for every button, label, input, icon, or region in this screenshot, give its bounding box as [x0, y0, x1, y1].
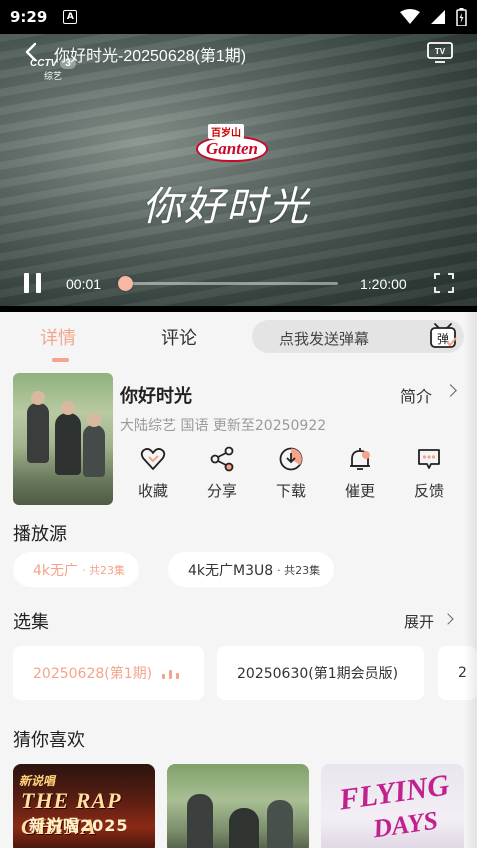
sponsor-top-text: 百岁山 — [208, 124, 244, 139]
episode-label: 20250630(第1期会员版) — [237, 666, 399, 682]
channel-number: 3 — [60, 58, 76, 69]
source-chip[interactable]: 4k无广M3U8 · 共23集 — [168, 552, 335, 587]
playing-indicator-icon — [162, 667, 180, 679]
video-title: 你好时光-20250628(第1期) — [54, 48, 247, 65]
episode-item[interactable]: 20250630(第1期会员版) — [217, 646, 424, 700]
download-label: 下载 — [275, 482, 306, 500]
poster-figure — [27, 403, 49, 463]
bell-icon — [350, 448, 370, 470]
feedback-button[interactable]: 反馈 — [399, 446, 459, 501]
favorite-button[interactable]: 收藏 — [123, 446, 183, 501]
share-icon — [210, 446, 234, 472]
show-poster[interactable] — [13, 373, 113, 505]
poster-head — [87, 413, 101, 427]
seek-bar-handle[interactable] — [118, 276, 133, 291]
episode-item[interactable]: 20250628(第1期) — [13, 646, 204, 700]
recommend-badge: 新说唱 — [19, 774, 56, 788]
show-meta: 大陆综艺 国语 更新至20250922 — [120, 418, 327, 434]
feedback-label: 反馈 — [413, 482, 444, 500]
download-button[interactable]: 下载 — [261, 446, 321, 501]
channel-name: 综艺 — [44, 71, 63, 81]
tab-details[interactable]: 详情 — [40, 324, 76, 350]
chevron-right-icon — [442, 613, 454, 625]
danmu-toggle-label: 弹 — [437, 332, 449, 346]
tab-bar: 详情 评论 点我发送弹幕 弹 — [0, 312, 477, 364]
signal-icon — [431, 10, 445, 24]
intro-label: 简介 — [400, 387, 433, 406]
scroll-edge-shadow — [464, 312, 477, 848]
cast-tv-icon[interactable]: TV — [427, 42, 453, 64]
seek-bar[interactable] — [118, 276, 338, 291]
recommend-card[interactable] — [167, 764, 309, 848]
chevron-right-icon — [444, 384, 457, 397]
tab-comments[interactable]: 评论 — [161, 324, 197, 350]
intro-link[interactable]: 简介 — [400, 383, 457, 407]
episode-section-title: 选集 — [13, 612, 49, 633]
video-player[interactable]: 你好时光-20250628(第1期) TV CCTV 3 综艺 百岁山 Gant… — [0, 34, 477, 306]
share-label: 分享 — [206, 482, 237, 500]
poster-figure — [55, 413, 81, 475]
status-bar: 9:29 A — [0, 0, 477, 34]
fullscreen-icon[interactable] — [434, 273, 454, 293]
recommend-subtitle: 新说唱2025 — [29, 816, 129, 835]
pause-button[interactable] — [24, 273, 42, 293]
danmu-input[interactable]: 点我发送弹幕 弹 — [252, 320, 464, 353]
poster-head — [31, 391, 45, 405]
source-chip[interactable]: 4k无广 · 共23集 — [13, 552, 140, 587]
heart-icon — [140, 448, 166, 470]
expand-episodes-button[interactable]: 展开 — [404, 611, 454, 632]
sponsor-logo: 百岁山 Ganten — [196, 124, 268, 162]
current-time: 00:01 — [66, 276, 102, 292]
download-icon — [279, 447, 303, 471]
action-bar: 收藏 分享 下载 催更 反馈 — [120, 446, 460, 506]
pause-bar-left — [24, 273, 29, 293]
duration: 1:20:00 — [360, 276, 407, 292]
status-right — [400, 8, 467, 26]
expand-label: 展开 — [404, 613, 435, 631]
thumbnail-figure — [267, 800, 293, 848]
danmu-placeholder: 点我发送弹幕 — [279, 330, 370, 348]
poster-head — [61, 401, 75, 415]
feedback-icon — [418, 449, 440, 469]
thumbnail-figure — [229, 808, 259, 848]
source-name: 4k无广 — [33, 562, 79, 579]
urge-update-label: 催更 — [344, 482, 375, 500]
recommend-card[interactable]: FLYING DAYS — [321, 764, 464, 848]
poster-figure — [83, 425, 105, 477]
show-calligraphy: 你好时光 — [142, 184, 310, 230]
recommend-card[interactable]: 新说唱 THE RAP CHINA 新说唱2025 — [13, 764, 155, 848]
show-info: 你好时光 简介 大陆综艺 国语 更新至20250922 收藏 分享 下载 催更 — [0, 364, 477, 514]
channel-watermark: CCTV 3 综艺 — [30, 58, 76, 82]
source-name: 4k无广M3U8 — [188, 562, 274, 579]
source-section-title: 播放源 — [13, 524, 67, 545]
status-time: 9:29 — [10, 8, 48, 26]
danmu-toggle-icon[interactable]: 弹 — [428, 320, 458, 350]
notification-icon: A — [63, 10, 78, 24]
recommend-section-title: 猜你喜欢 — [13, 730, 85, 751]
source-count: · 共23集 — [277, 563, 321, 577]
favorite-label: 收藏 — [137, 482, 168, 500]
battery-icon — [456, 8, 467, 26]
source-count: · 共23集 — [82, 563, 126, 577]
page: 9:29 A 你好时光-20250628(第1期) TV CCTV 3 综艺 百… — [0, 0, 477, 848]
urge-update-button[interactable]: 催更 — [330, 446, 390, 501]
thumbnail-figure — [187, 794, 213, 848]
svg-text:TV: TV — [435, 47, 446, 56]
wifi-icon — [400, 9, 420, 24]
channel-logo: CCTV — [30, 58, 58, 69]
tab-indicator — [52, 358, 69, 362]
share-button[interactable]: 分享 — [192, 446, 252, 501]
sponsor-brand-text: Ganten — [196, 136, 268, 162]
episode-label: 20250628(第1期) — [33, 666, 153, 682]
player-controls: 00:01 1:20:00 — [0, 270, 477, 296]
pause-bar-right — [36, 273, 41, 293]
show-name: 你好时光 — [120, 386, 192, 407]
